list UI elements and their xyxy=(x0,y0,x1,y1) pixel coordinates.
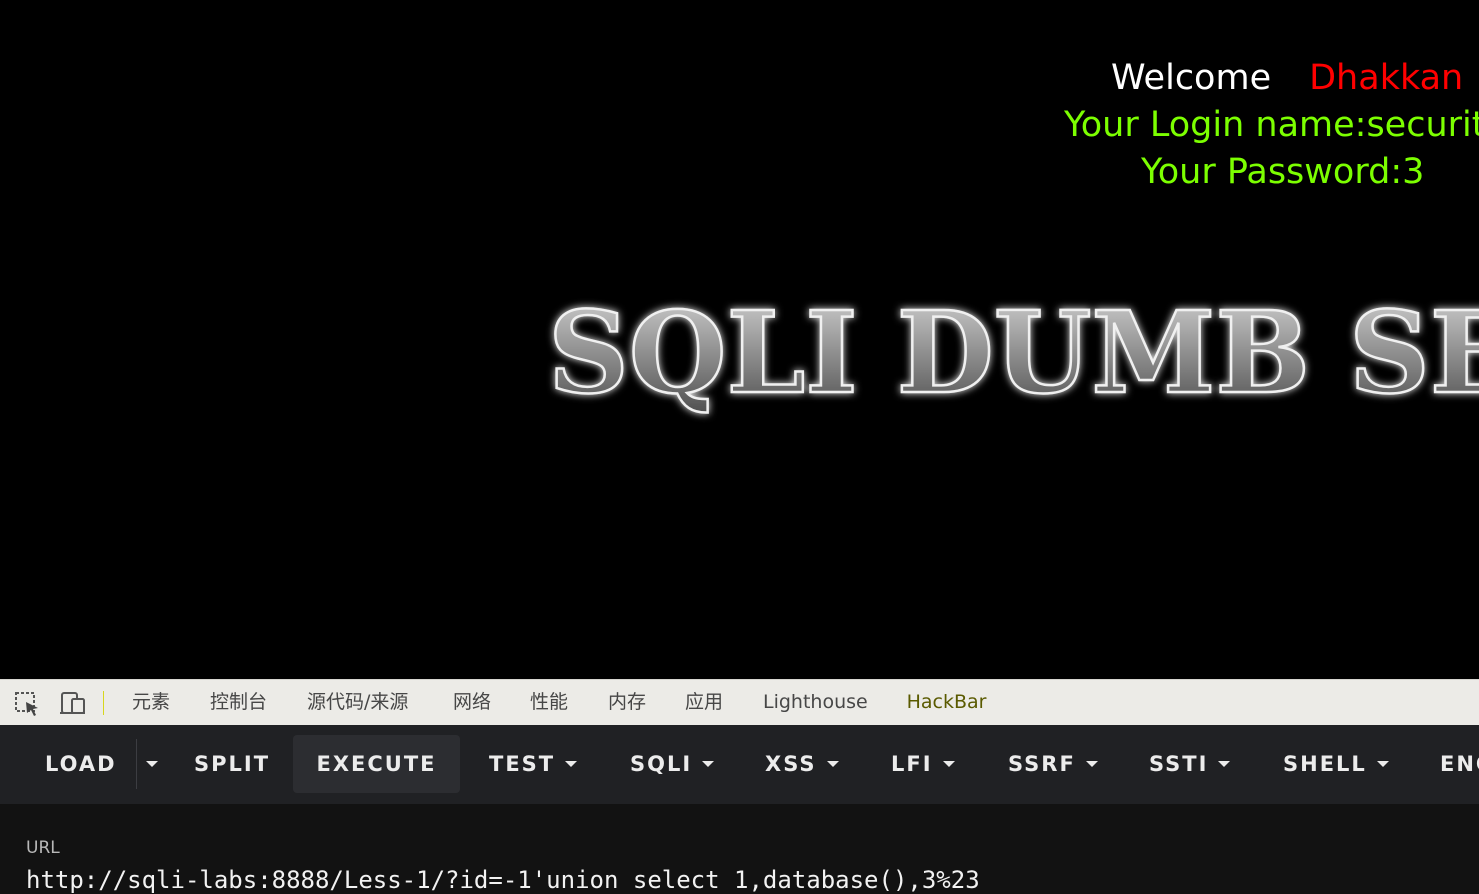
caret-down-icon xyxy=(702,760,715,767)
username-text: Dhakkan xyxy=(1309,58,1464,98)
tab-performance[interactable]: 性能 xyxy=(530,680,568,725)
tab-memory[interactable]: 内存 xyxy=(608,680,646,725)
password-text: Your Password:3 xyxy=(1141,152,1425,192)
url-label: URL xyxy=(26,838,60,858)
lfi-menu-label: LFI xyxy=(891,752,933,776)
load-button[interactable]: LOAD xyxy=(45,735,117,793)
split-button[interactable]: SPLIT xyxy=(194,735,270,793)
devtools-tab-strip: 元素 控制台 源代码/来源 网络 性能 内存 应用 Lighthouse Hac… xyxy=(0,679,1479,727)
sqli-dumb-series-banner: SQLI DUMB SERIES xyxy=(547,287,1479,421)
xss-menu-label: XSS xyxy=(765,752,817,776)
load-split-divider xyxy=(136,739,137,789)
ssrf-menu-button[interactable]: SSRF xyxy=(1008,735,1098,793)
tab-strip-divider xyxy=(103,691,104,715)
encoding-menu-button[interactable]: ENCODING xyxy=(1440,735,1479,793)
hackbar-toolbar: LOAD SPLIT EXECUTE TEST SQLI XSS LFI SSR… xyxy=(0,725,1479,804)
tab-application[interactable]: 应用 xyxy=(685,680,723,725)
shell-menu-label: SHELL xyxy=(1283,752,1367,776)
caret-down-icon xyxy=(942,760,955,767)
tab-sources[interactable]: 源代码/来源 xyxy=(307,680,408,725)
ssti-menu-label: SSTI xyxy=(1149,752,1209,776)
url-input[interactable]: http://sqli-labs:8888/Less-1/?id=-1'unio… xyxy=(26,866,1466,894)
shell-menu-button[interactable]: SHELL xyxy=(1283,735,1389,793)
load-dropdown-button[interactable] xyxy=(140,735,164,793)
tab-console[interactable]: 控制台 xyxy=(210,680,267,725)
banner-text: SQLI DUMB SERIES xyxy=(548,288,1479,419)
test-menu-button[interactable]: TEST xyxy=(489,735,578,793)
login-name-text: Your Login name:security xyxy=(1064,105,1479,145)
caret-down-icon xyxy=(1218,760,1231,767)
caret-down-icon xyxy=(1085,760,1098,767)
sqli-menu-label: SQLI xyxy=(630,752,693,776)
caret-down-icon xyxy=(1376,760,1389,767)
ssti-menu-button[interactable]: SSTI xyxy=(1149,735,1231,793)
inspect-element-icon[interactable] xyxy=(12,688,42,718)
xss-menu-button[interactable]: XSS xyxy=(765,735,839,793)
welcome-text: Welcome xyxy=(1111,58,1272,98)
execute-button[interactable]: EXECUTE xyxy=(293,735,460,793)
page-viewport: Welcome Dhakkan Your Login name:security … xyxy=(0,0,1479,679)
test-menu-label: TEST xyxy=(489,752,556,776)
tab-network[interactable]: 网络 xyxy=(453,680,491,725)
ssrf-menu-label: SSRF xyxy=(1008,752,1076,776)
tab-hackbar[interactable]: HackBar xyxy=(888,680,1005,727)
sqli-menu-button[interactable]: SQLI xyxy=(630,735,715,793)
caret-down-icon xyxy=(826,760,839,767)
device-toolbar-icon[interactable] xyxy=(57,688,87,718)
tab-lighthouse[interactable]: Lighthouse xyxy=(763,680,868,725)
lfi-menu-button[interactable]: LFI xyxy=(891,735,955,793)
tab-elements[interactable]: 元素 xyxy=(132,680,170,725)
caret-down-icon xyxy=(146,760,158,767)
caret-down-icon xyxy=(565,760,578,767)
welcome-line: Welcome Dhakkan xyxy=(1111,56,1463,100)
